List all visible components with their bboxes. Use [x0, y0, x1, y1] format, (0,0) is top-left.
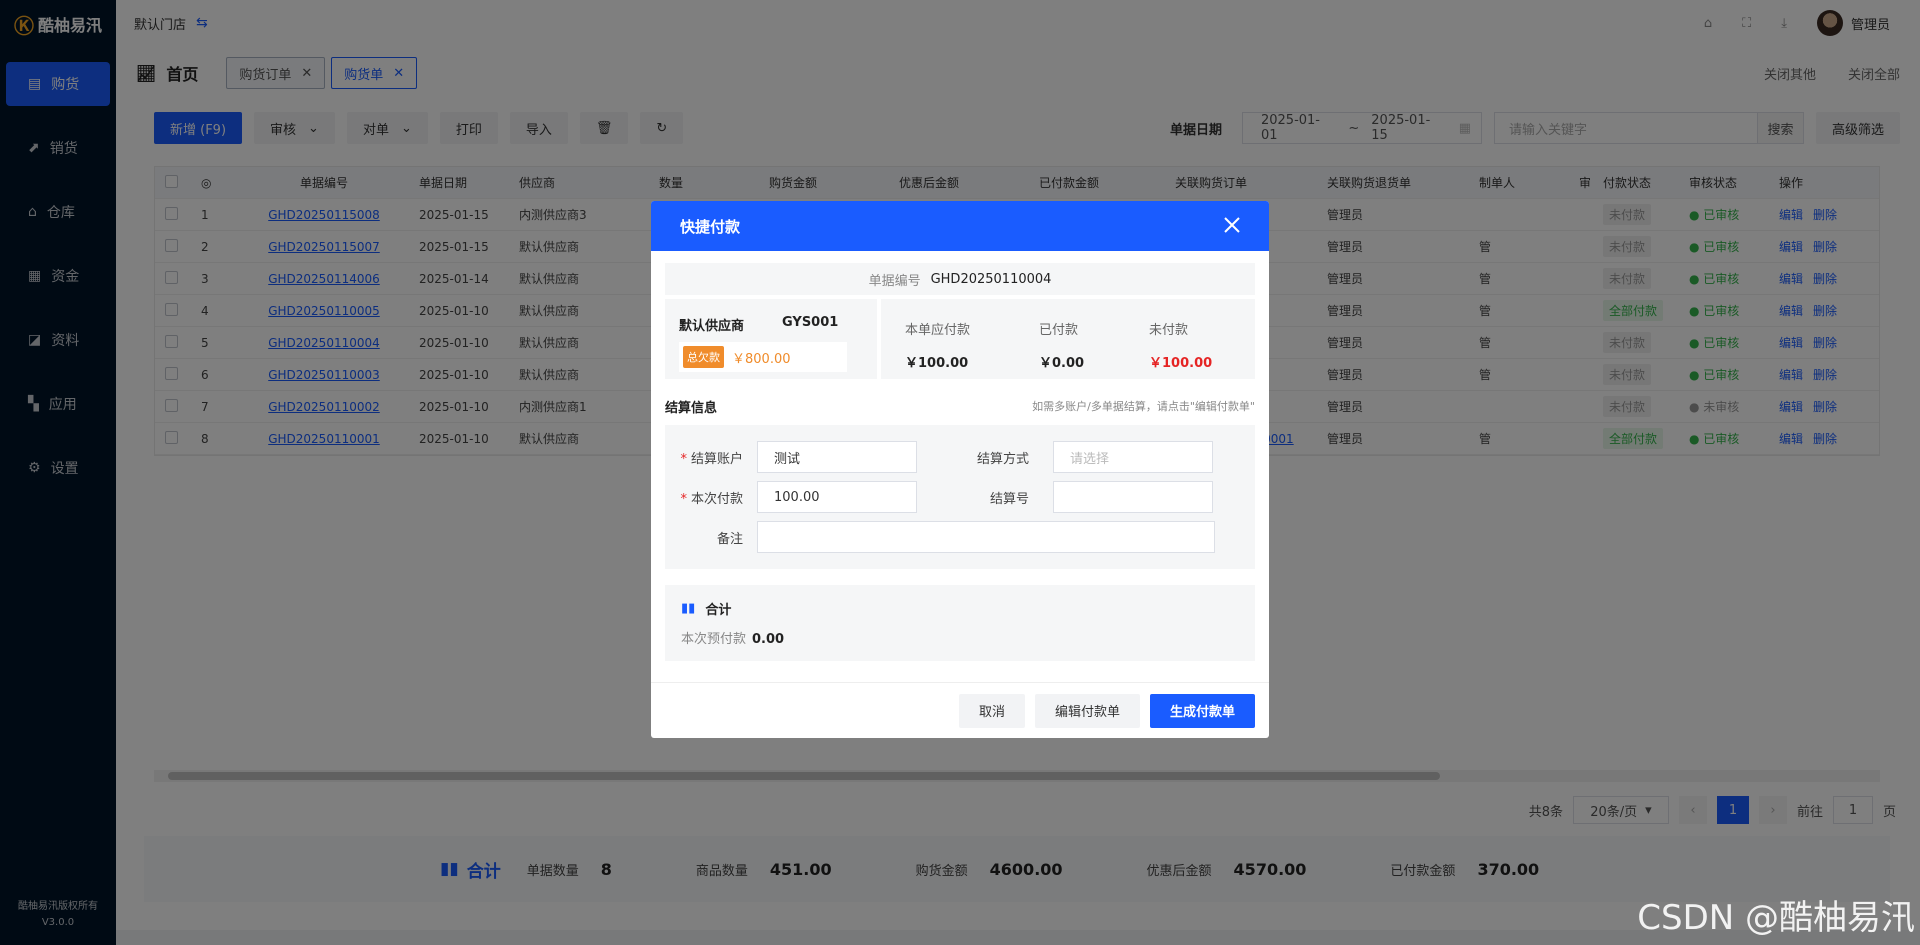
- doc-number: GHD20250110004: [930, 271, 1052, 287]
- total-debt: 总欠款 ￥800.00: [679, 342, 847, 372]
- prepay-amount: 0.00: [752, 632, 785, 647]
- paid-label: 已付款: [1039, 323, 1079, 338]
- total-title: 合计: [705, 603, 732, 618]
- settle-no-input[interactable]: [1053, 481, 1213, 513]
- close-icon[interactable]: [1221, 214, 1243, 236]
- quick-payment-dialog: 快捷付款 单据编号 GHD20250110004 默认供应商 GYS001 总欠…: [651, 201, 1269, 738]
- dialog-title: 快捷付款: [680, 217, 741, 236]
- edit-payment-button[interactable]: 编辑付款单: [1034, 693, 1140, 728]
- prepay-label: 本次预付款: [681, 632, 747, 647]
- amounts-card: 本单应付款 ￥100.00 已付款 ￥0.00 未付款 ￥100.00: [881, 299, 1255, 379]
- method-select[interactable]: 请选择: [1053, 441, 1213, 473]
- bar-chart-icon: ▮▮: [681, 601, 696, 616]
- total-box: ▮▮ 合计 本次预付款 0.00: [665, 585, 1255, 661]
- amount-input[interactable]: 100.00: [757, 481, 917, 513]
- debt-amount: ￥800.00: [732, 351, 791, 367]
- method-label: 结算方式: [976, 451, 1029, 467]
- debt-badge: 总欠款: [683, 346, 724, 368]
- dialog-body: 单据编号 GHD20250110004 默认供应商 GYS001 总欠款 ￥80…: [651, 251, 1269, 661]
- supplier-card: 默认供应商 GYS001 总欠款 ￥800.00: [665, 299, 877, 379]
- remark-label: 备注: [716, 531, 743, 547]
- dialog-footer: 取消 编辑付款单 生成付款单: [651, 682, 1269, 738]
- due-amount: ￥100.00: [905, 356, 969, 371]
- unpaid-label: 未付款: [1149, 323, 1189, 338]
- unpaid-amount: ￥100.00: [1149, 356, 1213, 371]
- generate-payment-button[interactable]: 生成付款单: [1149, 693, 1255, 728]
- cancel-button[interactable]: 取消: [958, 693, 1025, 728]
- remark-input[interactable]: [757, 521, 1215, 553]
- settlement-section-header: 结算信息 如需多账户/多单据结算，请点击"编辑付款单": [665, 393, 1255, 419]
- paid-amount: ￥0.00: [1039, 356, 1085, 371]
- doc-number-label: 单据编号: [868, 273, 921, 289]
- account-label: 结算账户: [690, 451, 743, 467]
- doc-number-row: 单据编号 GHD20250110004: [665, 263, 1255, 295]
- dialog-header: 快捷付款: [651, 201, 1269, 251]
- settle-no-label: 结算号: [989, 491, 1029, 507]
- settlement-form: * 结算账户 测试 结算方式 请选择 * 本次付款 100.00 结算号 备注: [665, 425, 1255, 569]
- section-title: 结算信息: [665, 400, 718, 416]
- supplier-name: 默认供应商: [679, 319, 745, 334]
- watermark: CSDN @酷柚易汛: [1637, 898, 1915, 938]
- amount-label: 本次付款: [690, 491, 743, 507]
- section-hint: 如需多账户/多单据结算，请点击"编辑付款单": [1032, 400, 1255, 413]
- account-select[interactable]: 测试: [757, 441, 917, 473]
- supplier-row: 默认供应商 GYS001 总欠款 ￥800.00 本单应付款 ￥100.00 已付…: [665, 299, 1255, 379]
- due-label: 本单应付款: [905, 323, 971, 338]
- supplier-code: GYS001: [782, 315, 839, 330]
